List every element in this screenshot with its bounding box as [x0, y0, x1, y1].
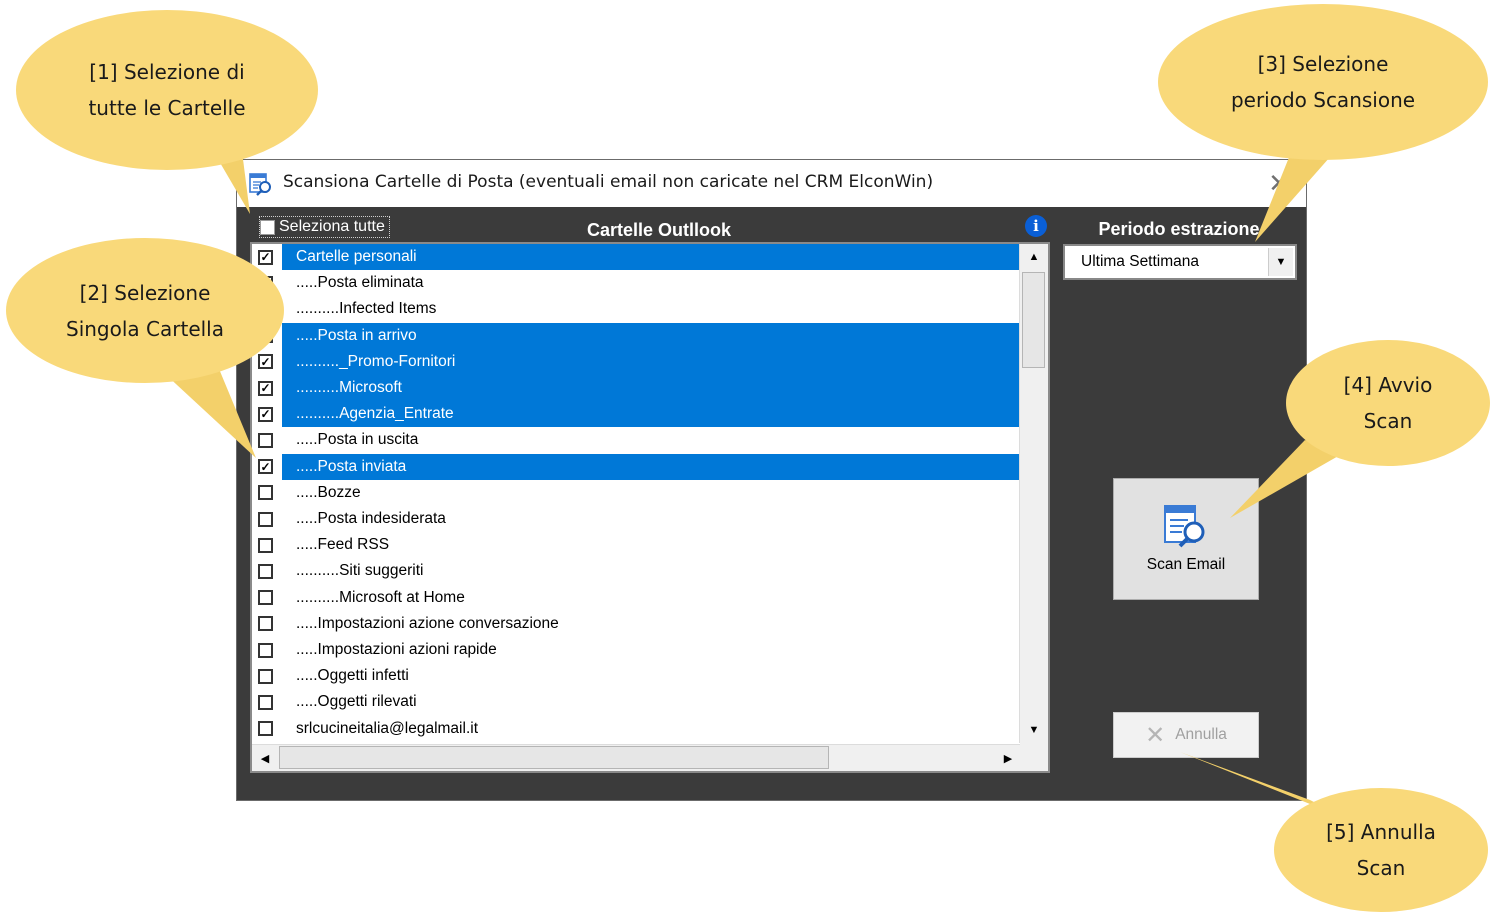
callout-5-line1: [5] Annulla [1326, 820, 1436, 844]
select-all-checkbox[interactable]: Seleziona tutte [259, 216, 390, 238]
folder-label: ..........Siti suggeriti [296, 562, 424, 580]
folder-list-item[interactable]: .....Impostazioni azioni rapide [252, 637, 1021, 663]
scrollbar-corner [1020, 743, 1048, 771]
folder-label: .....Posta in arrivo [282, 322, 1021, 349]
folder-list-item[interactable]: .....Bozze [252, 480, 1021, 506]
select-all-label: Seleziona tutte [279, 218, 385, 235]
info-icon[interactable]: i [1025, 215, 1047, 237]
vertical-scroll-thumb[interactable] [1022, 272, 1045, 368]
folder-label: .....Impostazioni azioni rapide [296, 641, 497, 658]
folder-list-item[interactable]: .....Posta eliminata [252, 270, 1021, 296]
folder-label: .....Oggetti rilevati [296, 693, 417, 711]
scan-app-icon [249, 173, 271, 196]
folder-checkbox[interactable] [258, 721, 273, 737]
folder-list-item[interactable]: .....Posta indesiderata [252, 506, 1021, 532]
scan-email-icon [1164, 505, 1205, 548]
scroll-right-icon[interactable]: ▶ [995, 745, 1021, 771]
folder-list-item[interactable]: ✓ ..........Microsoft [252, 375, 1021, 401]
chevron-down-icon[interactable]: ▼ [1268, 248, 1293, 276]
folder-label: .....Posta in uscita [296, 431, 419, 449]
scroll-down-icon[interactable]: ▼ [1021, 717, 1047, 743]
folder-list-item[interactable]: ✓ Cartelle personali [252, 244, 1021, 270]
folder-list-item[interactable]: ..........Siti suggeriti [252, 558, 1021, 584]
folder-list-item[interactable]: ✓ .........._Promo-Fornitori [252, 348, 1021, 375]
period-dropdown[interactable]: Ultima Settimana ▼ [1063, 244, 1297, 280]
folder-list-item[interactable]: .....Oggetti rilevati [252, 689, 1021, 715]
cancel-button[interactable]: ✕ Annulla [1113, 712, 1259, 758]
scan-email-button[interactable]: Scan Email [1113, 478, 1259, 600]
folder-list-item[interactable]: ..........Microsoft at Home [252, 585, 1021, 611]
folder-label: ..........Agenzia_Entrate [282, 401, 1021, 428]
scan-folders-dialog: Scansiona Cartelle di Posta (eventuali e… [236, 159, 1307, 801]
folder-label: .....Bozze [296, 483, 361, 501]
folder-label: .....Feed RSS [296, 536, 390, 554]
period-label: Periodo estrazione [1098, 219, 1260, 239]
scroll-up-icon[interactable]: ▲ [1021, 244, 1047, 270]
folder-checkbox[interactable] [258, 668, 273, 684]
vertical-scrollbar[interactable]: ▲ ▼ [1019, 244, 1048, 743]
folder-list-item[interactable]: ✓.....Posta in arrivo [252, 322, 1021, 349]
callout-4-line2: Scan [1363, 409, 1413, 433]
callout-cancel-scan: [5] Annulla Scan [1274, 788, 1488, 912]
folder-checkbox[interactable]: ✓ [258, 459, 273, 475]
close-icon: ✕ [1145, 721, 1166, 749]
scan-email-label: Scan Email [1146, 556, 1226, 573]
title-bar: Scansiona Cartelle di Posta (eventuali e… [237, 160, 1306, 207]
folder-checkbox[interactable] [258, 537, 273, 553]
folder-list-item[interactable]: .....Feed RSS [252, 532, 1021, 558]
callout-5-line2: Scan [1356, 856, 1406, 880]
folder-checkbox[interactable] [258, 563, 273, 579]
horizontal-scrollbar[interactable]: ◀ ▶ [252, 744, 1021, 771]
folder-label: .....Posta eliminata [296, 274, 424, 292]
folder-list-item[interactable]: srlcucineitalia@legalmail.it [252, 716, 1021, 742]
callout-1-line1: [1] Selezione di [89, 60, 245, 84]
folder-list-header: Cartelle Outllook [586, 220, 732, 240]
scroll-left-icon[interactable]: ◀ [252, 745, 278, 771]
callout-single-folder: [2] Selezione Singola Cartella [6, 238, 284, 383]
folder-checkbox[interactable] [258, 485, 273, 501]
callout-1-line2: tutte le Cartelle [88, 96, 246, 120]
folder-checkbox[interactable] [258, 642, 273, 658]
window-title: Scansiona Cartelle di Posta (eventuali e… [283, 172, 934, 192]
folder-checkbox[interactable] [258, 511, 273, 527]
folder-label: .....Posta indesiderata [296, 510, 446, 527]
folder-checkbox[interactable] [258, 590, 273, 606]
folder-list-item[interactable]: ✓ .....Posta inviata [252, 453, 1021, 480]
close-icon[interactable]: ✕ [1266, 168, 1292, 198]
select-all-box[interactable] [260, 219, 275, 235]
callout-3-line2: periodo Scansione [1230, 88, 1416, 112]
callout-3-line1: [3] Selezione [1257, 52, 1389, 76]
folder-label: Cartelle personali [282, 244, 1021, 270]
folder-label: .....Oggetti infetti [296, 667, 409, 685]
folder-checkbox[interactable]: ✓ [258, 380, 273, 396]
folder-label: .........._Promo-Fornitori [282, 348, 1021, 375]
horizontal-scroll-thumb[interactable] [279, 746, 829, 769]
callout-select-all: [1] Selezione di tutte le Cartelle [16, 10, 318, 170]
period-selected-value: Ultima Settimana [1081, 253, 1200, 270]
folder-label: ..........Microsoft [282, 375, 1021, 401]
callout-2-line2: Singola Cartella [66, 316, 224, 341]
callout-4-line1: [4] Avvio [1343, 373, 1433, 397]
folder-list-item[interactable]: .....Oggetti infetti [252, 663, 1021, 689]
folder-label: ..........Microsoft at Home [296, 588, 465, 606]
folder-label: ..........Infected Items [296, 300, 437, 318]
callout-start-scan: [4] Avvio Scan [1286, 340, 1490, 466]
folder-checkbox[interactable]: ✓ [258, 249, 273, 265]
folder-list-item[interactable]: .....Impostazioni azione conversazione [252, 611, 1021, 637]
folder-list-item[interactable]: ✓ ..........Agenzia_Entrate [252, 401, 1021, 428]
callout-period: [3] Selezione periodo Scansione [1158, 4, 1488, 160]
folder-checkbox[interactable]: ✓ [258, 354, 273, 370]
folder-list-item[interactable]: .....Posta in uscita [252, 427, 1021, 453]
folder-listbox[interactable]: ✓ Cartelle personali .....Posta eliminata.… [250, 242, 1050, 773]
folder-label: .....Posta inviata [282, 453, 1021, 480]
folder-checkbox[interactable] [258, 694, 273, 710]
folder-checkbox[interactable]: ✓ [258, 406, 273, 422]
folder-checkbox[interactable] [258, 616, 273, 632]
folder-list-item[interactable]: ..........Infected Items [252, 296, 1021, 322]
cancel-label: Annulla [1175, 726, 1227, 743]
folder-checkbox[interactable] [258, 432, 273, 448]
folder-label: .....Impostazioni azione conversazione [296, 614, 559, 632]
callout-2-line1: [2] Selezione [79, 280, 211, 305]
folder-label: srlcucineitalia@legalmail.it [296, 719, 478, 737]
